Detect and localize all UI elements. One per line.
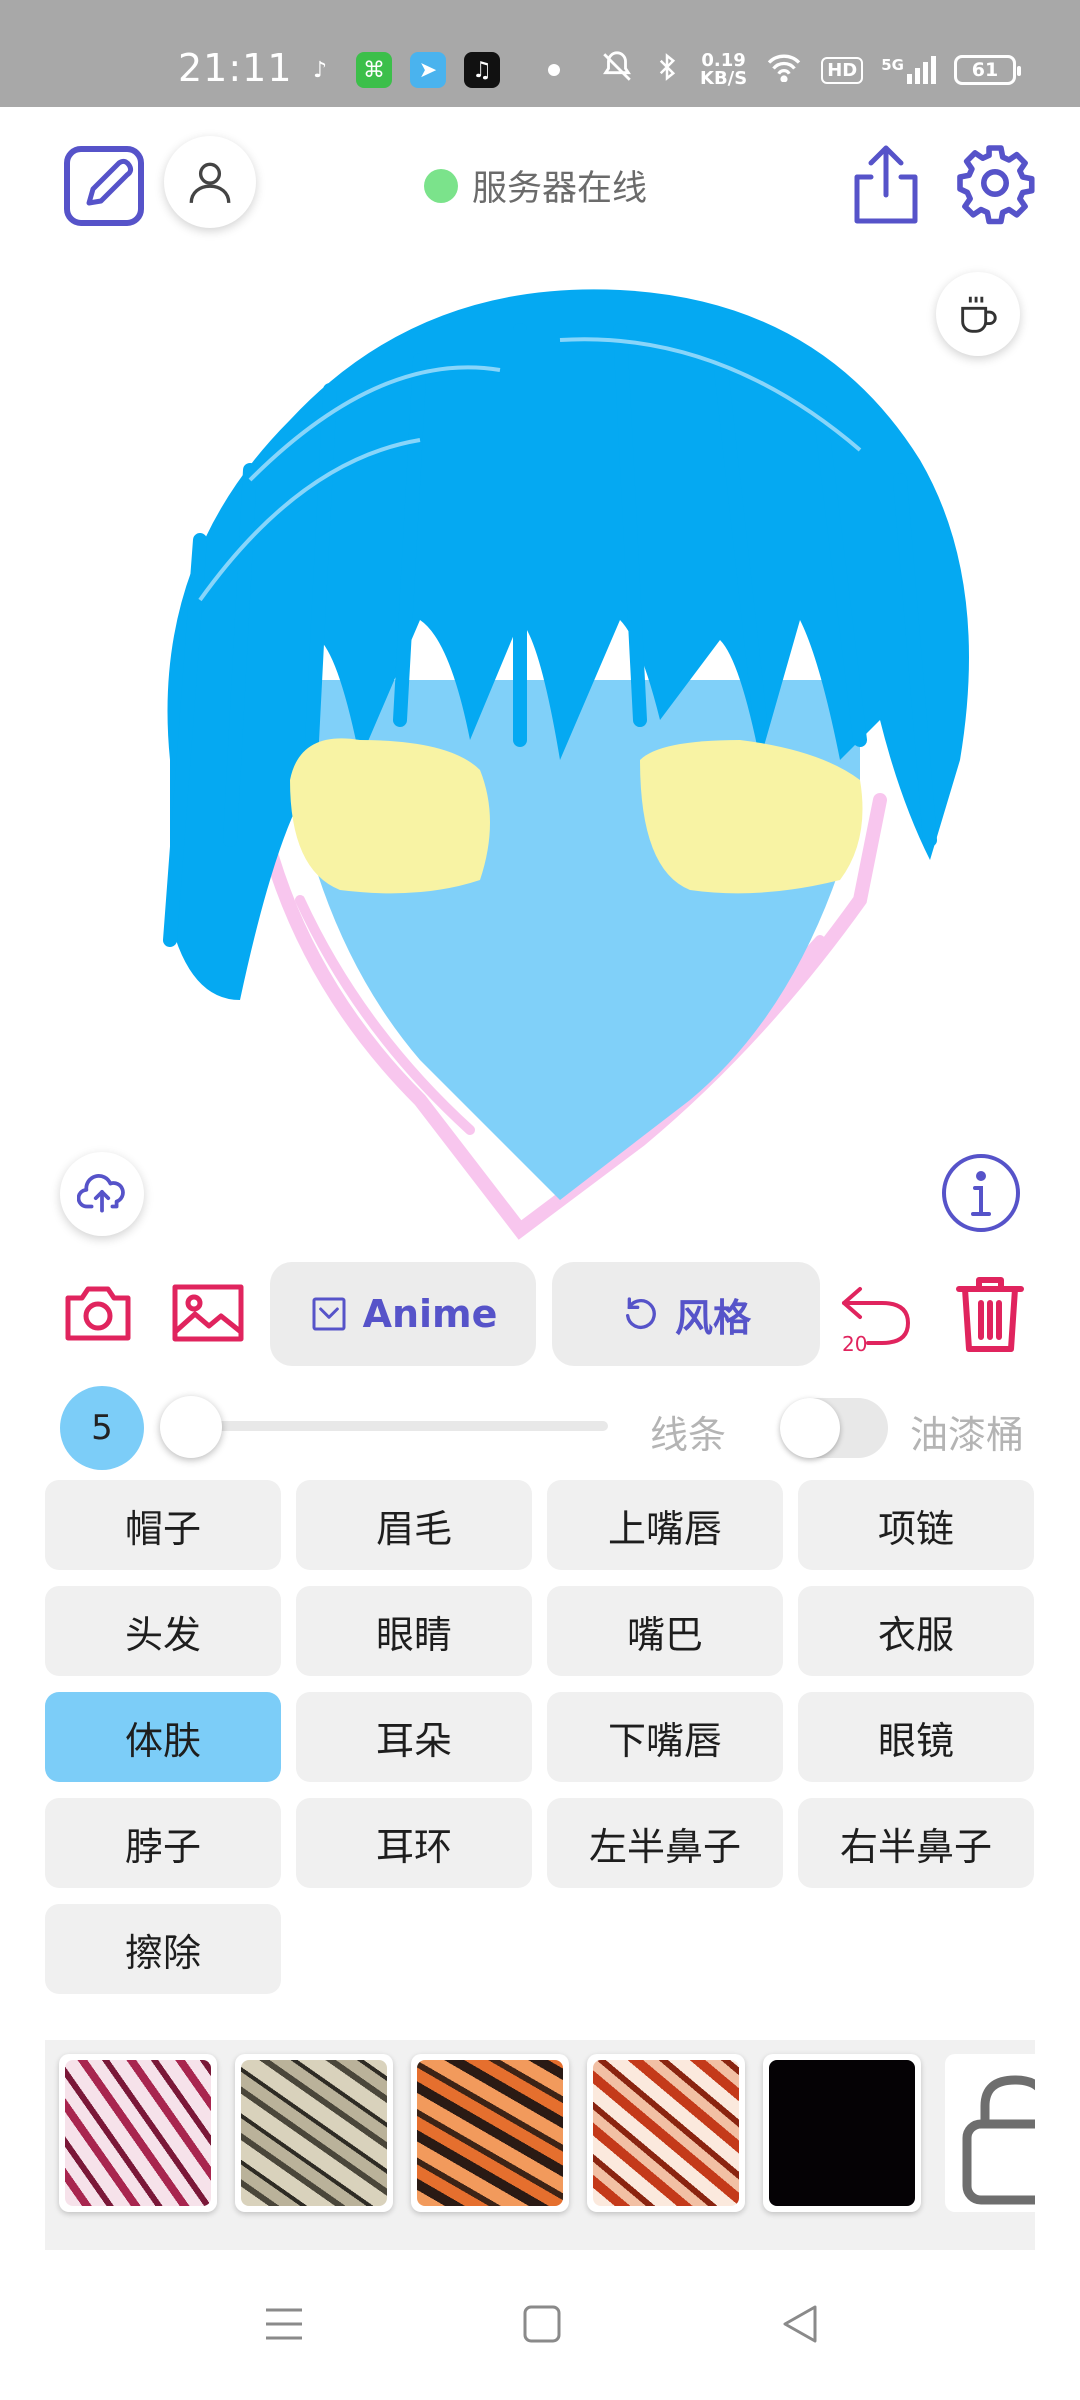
part-button-left-nose[interactable]: 左半鼻子 bbox=[547, 1798, 783, 1888]
clear-canvas-button[interactable] bbox=[950, 1272, 1030, 1356]
texture-preview bbox=[769, 2060, 915, 2206]
part-button-skin[interactable]: 体肤 bbox=[45, 1692, 281, 1782]
share-button[interactable] bbox=[844, 140, 928, 230]
music-note-icon: ♪ bbox=[312, 57, 328, 83]
user-button[interactable] bbox=[164, 136, 256, 228]
texture-selector bbox=[45, 2040, 1035, 2250]
server-status-text: 服务器在线 bbox=[472, 169, 648, 209]
left-cheek bbox=[290, 738, 490, 894]
menu-nav-button[interactable] bbox=[256, 2296, 312, 2352]
texture-swatch-locked[interactable] bbox=[945, 2054, 1035, 2212]
refresh-icon bbox=[625, 1297, 656, 1329]
line-mode-label: 线条 bbox=[650, 1413, 727, 1457]
bluetooth-icon bbox=[652, 50, 682, 90]
settings-button[interactable] bbox=[950, 138, 1040, 228]
gallery-button[interactable] bbox=[170, 1278, 246, 1348]
part-button-glasses[interactable]: 眼镜 bbox=[798, 1692, 1034, 1782]
brush-size-slider-track[interactable] bbox=[172, 1421, 608, 1431]
share-icon bbox=[854, 145, 918, 224]
texture-swatch-red-tiger[interactable] bbox=[587, 2054, 745, 2212]
texture-preview bbox=[65, 2060, 211, 2206]
checkbox-icon bbox=[312, 1297, 346, 1331]
camera-button[interactable] bbox=[58, 1278, 138, 1348]
home-square-icon bbox=[523, 2305, 561, 2343]
hd-badge: HD bbox=[821, 56, 864, 84]
status-time: 21:11 bbox=[178, 46, 293, 90]
image-icon bbox=[172, 1284, 244, 1342]
texture-swatch-grey-marble[interactable] bbox=[235, 2054, 393, 2212]
battery-icon: 61 bbox=[953, 55, 1021, 85]
tiktok-icon: ♫ bbox=[464, 52, 500, 88]
paint-bucket-toggle-knob[interactable] bbox=[780, 1398, 840, 1458]
gear-icon bbox=[957, 145, 1035, 225]
texture-preview bbox=[241, 2060, 387, 2206]
part-button-right-nose[interactable]: 右半鼻子 bbox=[798, 1798, 1034, 1888]
right-cheek bbox=[640, 740, 863, 894]
info-icon bbox=[942, 1154, 1020, 1232]
user-icon bbox=[189, 162, 231, 203]
home-nav-button[interactable] bbox=[514, 2296, 570, 2352]
telegram-icon: ➤ bbox=[410, 52, 446, 88]
edit-button[interactable] bbox=[60, 140, 150, 230]
part-button-ears[interactable]: 耳朵 bbox=[296, 1692, 532, 1782]
mute-icon bbox=[600, 50, 634, 90]
drawing-canvas[interactable] bbox=[0, 240, 1080, 1240]
anime-label: Anime bbox=[362, 1292, 498, 1336]
signal-icon: 5G bbox=[881, 56, 936, 84]
texture-swatch-black[interactable] bbox=[763, 2054, 921, 2212]
network-speed: 0.19 KB/S bbox=[700, 50, 748, 89]
part-button-eyebrows[interactable]: 眉毛 bbox=[296, 1480, 532, 1570]
part-button-hair[interactable]: 头发 bbox=[45, 1586, 281, 1676]
cloud-upload-icon bbox=[77, 1174, 125, 1213]
status-bar: 21:11 ♪ ⌘ ➤ ♫ 0.19 KB/S HD 5G 61 bbox=[0, 0, 1080, 107]
style-button[interactable]: 风格 bbox=[552, 1262, 820, 1366]
trash-icon bbox=[956, 1277, 1024, 1352]
part-button-hat[interactable]: 帽子 bbox=[45, 1480, 281, 1570]
menu-icon bbox=[266, 2308, 302, 2340]
wifi-icon bbox=[765, 52, 803, 88]
anime-style-button[interactable]: Anime bbox=[270, 1262, 536, 1366]
part-button-clothes[interactable]: 衣服 bbox=[798, 1586, 1034, 1676]
camera-icon bbox=[65, 1286, 131, 1341]
part-button-eyes[interactable]: 眼睛 bbox=[296, 1586, 532, 1676]
part-button-upper-lip[interactable]: 上嘴唇 bbox=[547, 1480, 783, 1570]
server-status: 服务器在线 bbox=[424, 160, 647, 211]
part-button-earrings[interactable]: 耳环 bbox=[296, 1798, 532, 1888]
part-selector-grid: 帽子 眉毛 上嘴唇 项链 头发 眼睛 嘴巴 衣服 体肤 耳朵 下嘴唇 眼镜 脖子… bbox=[45, 1480, 1035, 1994]
part-button-lower-lip[interactable]: 下嘴唇 bbox=[547, 1692, 783, 1782]
lock-icon bbox=[962, 2075, 1035, 2205]
texture-swatch-pink-marble[interactable] bbox=[59, 2054, 217, 2212]
info-button[interactable] bbox=[938, 1150, 1024, 1236]
style-label: 风格 bbox=[674, 1295, 751, 1340]
part-button-neck[interactable]: 脖子 bbox=[45, 1798, 281, 1888]
app-icon: ⌘ bbox=[356, 52, 392, 88]
texture-swatch-orange-tiger[interactable] bbox=[411, 2054, 569, 2212]
part-button-mouth[interactable]: 嘴巴 bbox=[547, 1586, 783, 1676]
texture-preview bbox=[417, 2060, 563, 2206]
undo-button[interactable]: 20 bbox=[836, 1268, 916, 1358]
sketch-drawing bbox=[163, 289, 969, 1240]
part-button-erase[interactable]: 擦除 bbox=[45, 1904, 281, 1994]
back-triangle-icon bbox=[783, 2305, 817, 2343]
brush-size-slider-thumb[interactable] bbox=[160, 1396, 222, 1458]
undo-count: 20 bbox=[842, 1332, 868, 1356]
upload-button[interactable] bbox=[60, 1152, 144, 1236]
brush-size-badge: 5 bbox=[60, 1386, 144, 1470]
back-nav-button[interactable] bbox=[772, 2296, 828, 2352]
pencil-square-icon bbox=[64, 146, 144, 226]
notification-dot bbox=[548, 64, 560, 76]
part-button-necklace[interactable]: 项链 bbox=[798, 1480, 1034, 1570]
texture-preview bbox=[593, 2060, 739, 2206]
server-online-indicator bbox=[424, 168, 458, 203]
paint-bucket-label: 油漆桶 bbox=[910, 1413, 1025, 1457]
